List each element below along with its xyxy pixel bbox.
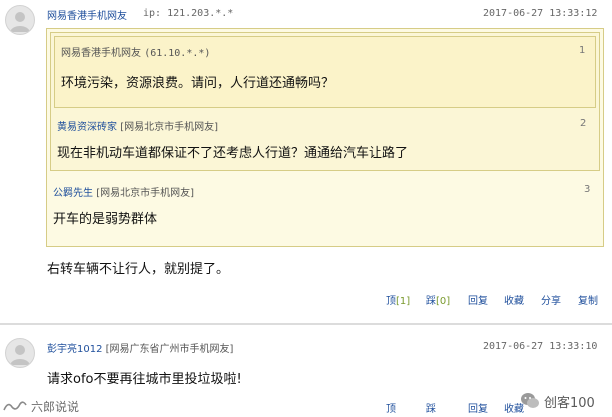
wechat-logo-icon <box>521 393 539 408</box>
quote-source: [网易北京市手机网友] <box>120 122 218 133</box>
default-avatar-icon <box>10 12 30 32</box>
quote-floor-number: 3 <box>584 184 591 195</box>
comment-username: 彭宇亮1012 [网易广东省广州市手机网友] <box>47 340 233 355</box>
share-button[interactable]: 分享 <box>541 292 561 307</box>
support-button[interactable]: 顶 <box>386 400 396 415</box>
quote-floor-2-header: 黄易资深砖家 [网易北京市手机网友] <box>57 118 218 133</box>
comment-action-bar: 顶[1] 踩[0] 回复 收藏 分享 复制 <box>386 292 606 307</box>
default-avatar-icon <box>10 345 30 365</box>
avatar[interactable] <box>5 338 35 368</box>
comment-username-link[interactable]: 彭宇亮1012 <box>47 344 102 355</box>
comment-ip: ip: 121.203.*.* <box>143 8 234 19</box>
quote-username[interactable]: 黄易资深砖家 <box>57 122 117 133</box>
watermark-logo-icon <box>3 401 27 411</box>
quote-source: (61.10.*.*) <box>144 48 211 59</box>
quote-text: 环境污染，资源浪费。请问，人行道还通畅吗？ <box>61 76 335 91</box>
comment-divider <box>0 323 612 325</box>
watermark-right-text: 创客100 <box>544 395 595 411</box>
collect-button[interactable]: 收藏 <box>504 292 524 307</box>
avatar[interactable] <box>5 5 35 35</box>
quote-text: 开车的是弱势群体 <box>53 212 158 227</box>
quote-floor-number: 2 <box>580 118 587 129</box>
comment-timestamp: 2017-06-27 13:33:10 <box>483 341 598 352</box>
support-button[interactable]: 顶[1] <box>386 292 410 307</box>
watermark-left: 六郎说说 <box>2 398 79 414</box>
quote-text: 现在非机动车道都保证不了还考虑人行道？通通给汽车让路了 <box>57 146 409 161</box>
oppose-button[interactable]: 踩[0] <box>426 292 450 307</box>
comment-username[interactable]: 网易香港手机网友 <box>47 7 127 22</box>
oppose-button[interactable]: 踩 <box>426 400 436 415</box>
quote-floor-3-header: 公羁先生 [网易北京市手机网友] <box>53 184 194 199</box>
quote-floor-number: 1 <box>579 45 586 56</box>
watermark-right: 创客100 <box>520 391 595 411</box>
watermark-left-text: 六郎说说 <box>31 399 80 414</box>
reply-button[interactable]: 回复 <box>468 292 488 307</box>
quote-username[interactable]: 网易香港手机网友 <box>61 48 141 59</box>
comment-text: 请求ofo不要再往城市里投垃圾啦! <box>47 372 242 387</box>
quote-source: [网易北京市手机网友] <box>96 188 194 199</box>
quote-floor-1-header: 网易香港手机网友 (61.10.*.*) <box>61 44 210 59</box>
quote-username[interactable]: 公羁先生 <box>53 188 93 199</box>
comment-timestamp: 2017-06-27 13:33:12 <box>483 8 598 19</box>
comment-action-bar: 顶 踩 回复 收藏 <box>386 400 536 415</box>
comment-source: [网易广东省广州市手机网友] <box>105 344 234 355</box>
comment-text: 右转车辆不让行人，就别提了。 <box>47 262 230 277</box>
reply-button[interactable]: 回复 <box>468 400 488 415</box>
copy-button[interactable]: 复制 <box>578 292 598 307</box>
